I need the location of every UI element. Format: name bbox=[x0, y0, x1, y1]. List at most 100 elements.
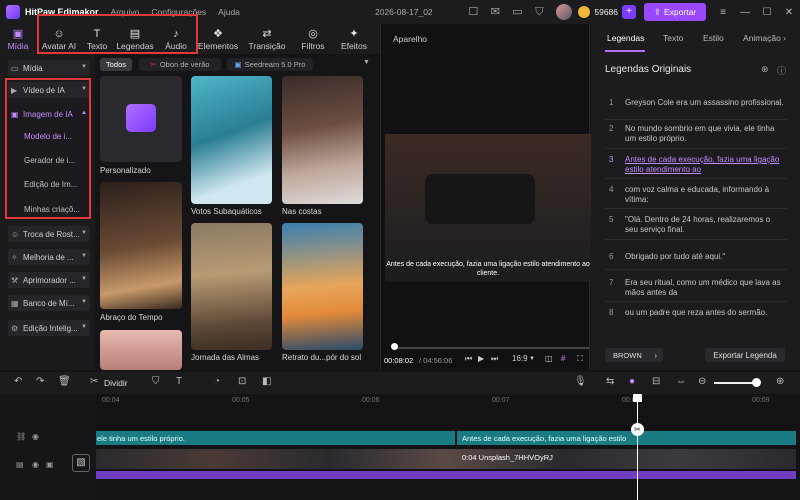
style-preset-button[interactable]: BROWN › bbox=[605, 348, 663, 362]
timeline-toolbar: ↶ ↷ 🗑 ✂ Dividir ⛉ T ◔ ⊡ ◧ 🎙 ⇆ ● ⊟ ⇔ ⊖ ⊕ bbox=[0, 372, 800, 394]
gift-icon[interactable]: ☐ bbox=[466, 5, 480, 19]
video-track[interactable] bbox=[96, 449, 796, 469]
split-screen-icon[interactable]: ⊟ bbox=[652, 376, 660, 387]
monitor-icon[interactable]: ▭ bbox=[510, 5, 524, 19]
sidebar-item-stock[interactable]: ▦ Banco de Mí... ▼ bbox=[8, 295, 90, 311]
scissors-icon[interactable]: ✂ bbox=[90, 376, 98, 387]
divider bbox=[605, 301, 787, 302]
time-total: / 04:56:06 bbox=[419, 356, 453, 365]
sidebar-item-enhance[interactable]: ✧ Melhoria de ... ▼ bbox=[8, 249, 90, 265]
shield-icon[interactable]: ⛉ bbox=[152, 376, 160, 387]
card-baby[interactable] bbox=[100, 330, 182, 370]
card-retrato-por-do-sol[interactable] bbox=[282, 223, 363, 350]
subtitle-clip-a[interactable]: ele tinha um estilo próprio. bbox=[97, 434, 185, 443]
link-icon[interactable]: ⇆ bbox=[606, 376, 614, 387]
media-icon: ▣ bbox=[12, 27, 24, 40]
film-icon[interactable]: ▤ bbox=[16, 460, 24, 469]
menu-icon[interactable]: ≡ bbox=[712, 7, 734, 18]
zoom-slider[interactable] bbox=[714, 382, 756, 384]
info-icon[interactable]: ⓘ bbox=[777, 64, 786, 77]
filter-obon[interactable]: ✂ Obon de verão bbox=[139, 58, 221, 71]
filter-seedream[interactable]: ▣ Seedream 5.0 Pro bbox=[227, 58, 313, 71]
eye-icon[interactable]: ◉ bbox=[32, 432, 39, 441]
tag-icon: ✂ bbox=[150, 60, 157, 69]
forward-icon[interactable]: ⏭ bbox=[491, 354, 498, 364]
sidebar-item-improver[interactable]: ⚒ Aprimorador ... ▼ bbox=[8, 272, 90, 288]
minimize-icon[interactable]: — bbox=[734, 7, 756, 18]
playhead-handle[interactable] bbox=[633, 394, 642, 402]
audio-track[interactable] bbox=[96, 471, 796, 479]
tool-transition[interactable]: ⇄ Transição bbox=[242, 24, 292, 54]
microphone-icon[interactable]: 🎙 bbox=[574, 376, 587, 387]
eye-icon[interactable]: ◉ bbox=[32, 460, 39, 469]
chevron-right-icon[interactable]: › bbox=[783, 33, 786, 43]
playhead-scissors-icon[interactable]: ✂ bbox=[631, 423, 644, 436]
speed-icon[interactable]: ◔ bbox=[214, 376, 220, 387]
right-panel: Legendas Texto Estilo Animação › Legenda… bbox=[591, 24, 800, 370]
filter-all[interactable]: Todos bbox=[100, 58, 132, 71]
wand-icon: ⚒ bbox=[11, 275, 19, 285]
maximize-icon[interactable]: ☐ bbox=[756, 7, 778, 18]
tab-animation[interactable]: Animação bbox=[743, 33, 781, 43]
tab-text[interactable]: Texto bbox=[663, 33, 683, 43]
scrubber-knob[interactable] bbox=[391, 343, 398, 350]
snapshot-icon[interactable]: ◫ bbox=[545, 354, 553, 363]
chevron-down-icon[interactable]: ▼ bbox=[363, 59, 370, 66]
play-icon[interactable]: ▶ bbox=[478, 354, 484, 363]
text-template-icon[interactable]: T bbox=[176, 376, 182, 387]
export-captions-button[interactable]: Exportar Legenda bbox=[705, 348, 785, 362]
tab-style[interactable]: Estilo bbox=[703, 33, 724, 43]
crop-icon[interactable]: ⊡ bbox=[238, 376, 246, 387]
adjust-icon[interactable]: ◧ bbox=[262, 376, 271, 387]
magnet-icon[interactable]: ● bbox=[629, 376, 635, 387]
captions-title: Legendas Originais bbox=[605, 64, 692, 75]
close-icon[interactable]: ✕ bbox=[778, 7, 800, 18]
clip-separator bbox=[455, 431, 457, 445]
card-personalizado[interactable] bbox=[100, 76, 182, 162]
export-button[interactable]: ⇪ Exportar bbox=[644, 3, 706, 21]
subtitle-clip-b[interactable]: Antes de cada execução, fazia uma ligaçã… bbox=[462, 434, 628, 443]
tool-elements[interactable]: ❖ Elementos bbox=[194, 24, 242, 54]
divider bbox=[605, 119, 787, 120]
split-button[interactable]: Dividir bbox=[104, 378, 128, 388]
card-votos-subaquaticos[interactable] bbox=[191, 76, 272, 204]
zoom-out-icon[interactable]: ⊖ bbox=[698, 376, 706, 387]
playhead[interactable] bbox=[637, 394, 638, 500]
sidebar-item-media[interactable]: ▭ Mídia ▼ bbox=[8, 60, 90, 76]
subtitle-track[interactable] bbox=[96, 431, 796, 445]
mail-icon[interactable]: ✉ bbox=[488, 5, 502, 19]
tool-media[interactable]: ▣ Mídia bbox=[0, 24, 36, 54]
cover-icon[interactable]: ▧ bbox=[72, 454, 90, 472]
tab-captions[interactable]: Legendas bbox=[607, 33, 644, 43]
upload-icon: ⇪ bbox=[653, 6, 661, 17]
track-link-icon[interactable]: ⛓ bbox=[16, 432, 26, 441]
player-scrubber[interactable] bbox=[393, 347, 589, 349]
card-abraco-do-tempo[interactable] bbox=[100, 182, 182, 309]
chevron-down-icon[interactable]: ▼ bbox=[529, 356, 535, 362]
zoom-in-icon[interactable]: ⊕ bbox=[776, 376, 784, 387]
fullscreen-icon[interactable]: ⛶ bbox=[577, 354, 583, 364]
undo-icon[interactable]: ↶ bbox=[14, 376, 22, 387]
fit-icon[interactable]: ⇔ bbox=[676, 376, 686, 387]
user-avatar[interactable] bbox=[556, 4, 573, 20]
cart-icon[interactable]: ⛉ bbox=[532, 5, 546, 19]
chevron-down-icon: ▼ bbox=[81, 64, 87, 70]
lock-icon[interactable]: ▣ bbox=[46, 460, 54, 469]
delete-icon[interactable]: 🗑 bbox=[58, 376, 71, 387]
tool-filters[interactable]: ◎ Filtros bbox=[292, 24, 334, 54]
face-icon: ☺ bbox=[11, 229, 20, 239]
rewind-icon[interactable]: ⏮ bbox=[465, 354, 472, 364]
video-subtitle: Antes de cada execução, fazia uma ligaçã… bbox=[386, 261, 590, 277]
translate-icon[interactable]: ⊛ bbox=[761, 64, 769, 75]
grid-icon[interactable]: # bbox=[561, 354, 565, 363]
sidebar-item-face-swap[interactable]: ☺ Troca de Rost... ▼ bbox=[8, 226, 90, 242]
menu-ajuda[interactable]: Ajuda bbox=[218, 7, 240, 17]
card-nas-costas[interactable] bbox=[282, 76, 363, 204]
zoom-knob[interactable] bbox=[752, 378, 761, 387]
tool-effects[interactable]: ✦ Efeitos bbox=[334, 24, 374, 54]
aspect-ratio[interactable]: 16:9 bbox=[512, 354, 528, 363]
redo-icon[interactable]: ↷ bbox=[36, 376, 44, 387]
add-credits-button[interactable]: + bbox=[622, 5, 636, 19]
card-jornada-das-almas[interactable] bbox=[191, 223, 272, 350]
sidebar-item-smart-edit[interactable]: ⚙ Edição Intelig... ▼ bbox=[8, 320, 90, 336]
